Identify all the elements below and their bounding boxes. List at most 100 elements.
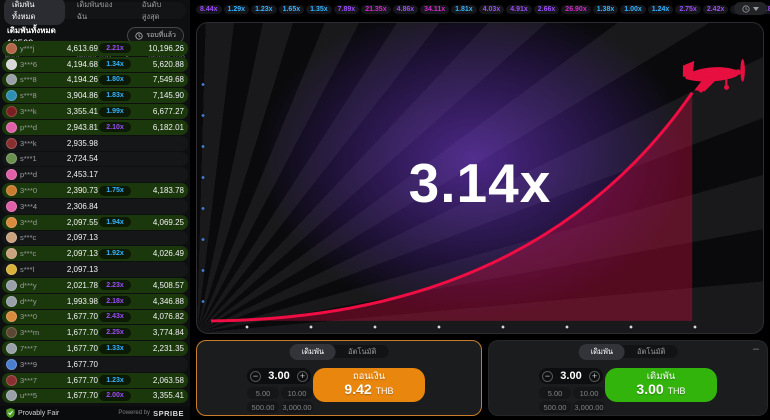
bet-tab[interactable]: เดิมพัน	[290, 344, 336, 360]
quick-bet-grid: 5.00 10.00 500.00 3,000.00	[247, 387, 313, 413]
multiplier-badge: 2.25x	[99, 328, 131, 338]
player-name: 3***0	[20, 186, 50, 195]
bet-amount: 2,724.54	[50, 154, 98, 163]
history-multiplier-chip: 4.91x	[506, 5, 532, 14]
win-amount: 4,183.78	[132, 186, 184, 195]
bet-row: p***d2,943.812.10x6,182.01	[2, 120, 188, 135]
multiplier-badge: 1.34x	[99, 59, 131, 69]
decrease-bet-button[interactable]: −	[542, 371, 553, 382]
bet-amount: 2,390.73	[50, 186, 98, 195]
player-name: s***8	[20, 91, 50, 100]
bet-row: s***12,724.54	[2, 152, 188, 167]
quick-bet-button[interactable]: 3,000.00	[573, 401, 605, 413]
bet-amount: 1,677.70	[50, 376, 98, 385]
player-avatar	[6, 74, 17, 85]
decrease-bet-button[interactable]: −	[250, 371, 261, 382]
bet-amount: 2,306.84	[50, 202, 98, 211]
player-avatar	[6, 248, 17, 259]
player-avatar	[6, 106, 17, 117]
player-name: 3***d	[20, 218, 50, 227]
history-multiplier-chip: 34.11x	[420, 5, 449, 14]
player-avatar	[6, 138, 17, 149]
bet-amount: 2,021.78	[50, 281, 98, 290]
bet-amount-value[interactable]: 3.00	[268, 370, 289, 382]
quick-bet-button[interactable]: 500.00	[247, 401, 279, 413]
previous-round-label: รอบที่แล้ว	[146, 30, 176, 41]
player-name: 3***4	[20, 202, 50, 211]
bet-amount: 1,993.98	[50, 297, 98, 306]
bet-amount: 3,355.41	[50, 107, 98, 116]
bet-tab[interactable]: เดิมพัน	[579, 344, 625, 360]
bet-amount: 4,194.26	[50, 75, 98, 84]
win-amount: 7,145.90	[132, 91, 184, 100]
bet-button-amount: 3.00	[636, 381, 663, 397]
bet-row: p***d2,453.17	[2, 167, 188, 182]
bet-mode-toggle: เดิมพัน อัตโนมัติ	[290, 345, 389, 358]
bet-row: 3***91,677.70	[2, 357, 188, 372]
bet-panel-1: เดิมพัน อัตโนมัติ − 3.00 + 5.00 10.00 50…	[196, 340, 482, 416]
multiplier-badge: 1.80x	[99, 75, 131, 85]
bet-amount: 1,677.70	[50, 391, 98, 400]
remove-panel-button[interactable]: –	[753, 343, 759, 355]
bet-row: 3***m1,677.702.25x3,774.84	[2, 325, 188, 340]
auto-tab[interactable]: อัตโนมัติ	[336, 344, 388, 360]
plane-icon	[682, 57, 754, 97]
multiplier-badge: 2.21x	[99, 43, 131, 53]
player-avatar	[6, 232, 17, 243]
quick-bet-button[interactable]: 500.00	[539, 401, 571, 413]
multiplier-badge: 2.18x	[99, 296, 131, 306]
player-name: 3***0	[20, 312, 50, 321]
player-name: d***y	[20, 281, 50, 290]
bet-row: s***c2,097.13	[2, 231, 188, 246]
win-amount: 6,677.27	[132, 107, 184, 116]
powered-by-label: Powered by	[118, 410, 150, 416]
provably-fair-label[interactable]: Provably Fair	[18, 410, 59, 417]
win-amount: 2,231.35	[132, 344, 184, 353]
cashout-amount: 9.42	[344, 381, 371, 397]
player-avatar	[6, 264, 17, 275]
increase-bet-button[interactable]: +	[589, 371, 600, 382]
bet-amount: 1,677.70	[50, 344, 98, 353]
player-name: 3***6	[20, 60, 50, 69]
win-amount: 7,549.68	[132, 75, 184, 84]
history-multiplier-chip: 1.00x	[620, 5, 646, 14]
place-bet-button[interactable]: เดิมพัน 3.00 THB	[605, 368, 717, 402]
player-name: d***y	[20, 297, 50, 306]
quick-bet-button[interactable]: 5.00	[247, 387, 279, 399]
bet-row: 7***71,677.701.33x2,231.35	[2, 341, 188, 356]
player-name: s***c	[20, 249, 50, 258]
increase-bet-button[interactable]: +	[297, 371, 308, 382]
bet-row: 3***71,677.701.23x2,063.58	[2, 373, 188, 388]
player-avatar	[6, 185, 17, 196]
quick-bet-button[interactable]: 5.00	[539, 387, 571, 399]
player-avatar	[6, 59, 17, 70]
bet-amount-stepper: − 3.00 +	[539, 368, 603, 384]
auto-tab[interactable]: อัตโนมัติ	[625, 344, 677, 360]
shield-check-icon	[6, 408, 15, 418]
bet-row: 3***02,390.731.75x4,183.78	[2, 183, 188, 198]
bet-row: 3***64,194.681.34x5,620.88	[2, 57, 188, 72]
player-avatar	[6, 90, 17, 101]
quick-bet-button[interactable]: 3,000.00	[281, 401, 313, 413]
sidebar-tabs: เดิมพันทั้งหมด เดิมพันของฉัน อันดับสูงสุ…	[4, 2, 186, 19]
history-dropdown-button[interactable]	[734, 2, 767, 15]
spribe-logo[interactable]: SPRIBE	[153, 409, 184, 418]
bet-row: 3***d2,097.551.94x4,069.25	[2, 215, 188, 230]
bet-row: 3***01,677.702.43x4,076.82	[2, 310, 188, 325]
history-clock-icon	[742, 5, 750, 13]
cashout-button[interactable]: ถอนเงิน 9.42 THB	[313, 368, 425, 402]
currency-label: THB	[376, 386, 394, 396]
bet-row: 3***k3,355.411.99x6,677.27	[2, 104, 188, 119]
bet-amount: 2,097.13	[50, 249, 98, 258]
player-name: 3***7	[20, 376, 50, 385]
bet-amount-value[interactable]: 3.00	[560, 370, 581, 382]
quick-bet-button[interactable]: 10.00	[281, 387, 313, 399]
player-avatar	[6, 217, 17, 228]
player-name: s***l	[20, 265, 50, 274]
bet-row: s***l2,097.13	[2, 262, 188, 277]
player-avatar	[6, 296, 17, 307]
player-avatar	[6, 280, 17, 291]
player-avatar	[6, 122, 17, 133]
quick-bet-button[interactable]: 10.00	[573, 387, 605, 399]
bets-list: y***j4,613.692.21x10,196.263***64,194.68…	[2, 41, 188, 405]
